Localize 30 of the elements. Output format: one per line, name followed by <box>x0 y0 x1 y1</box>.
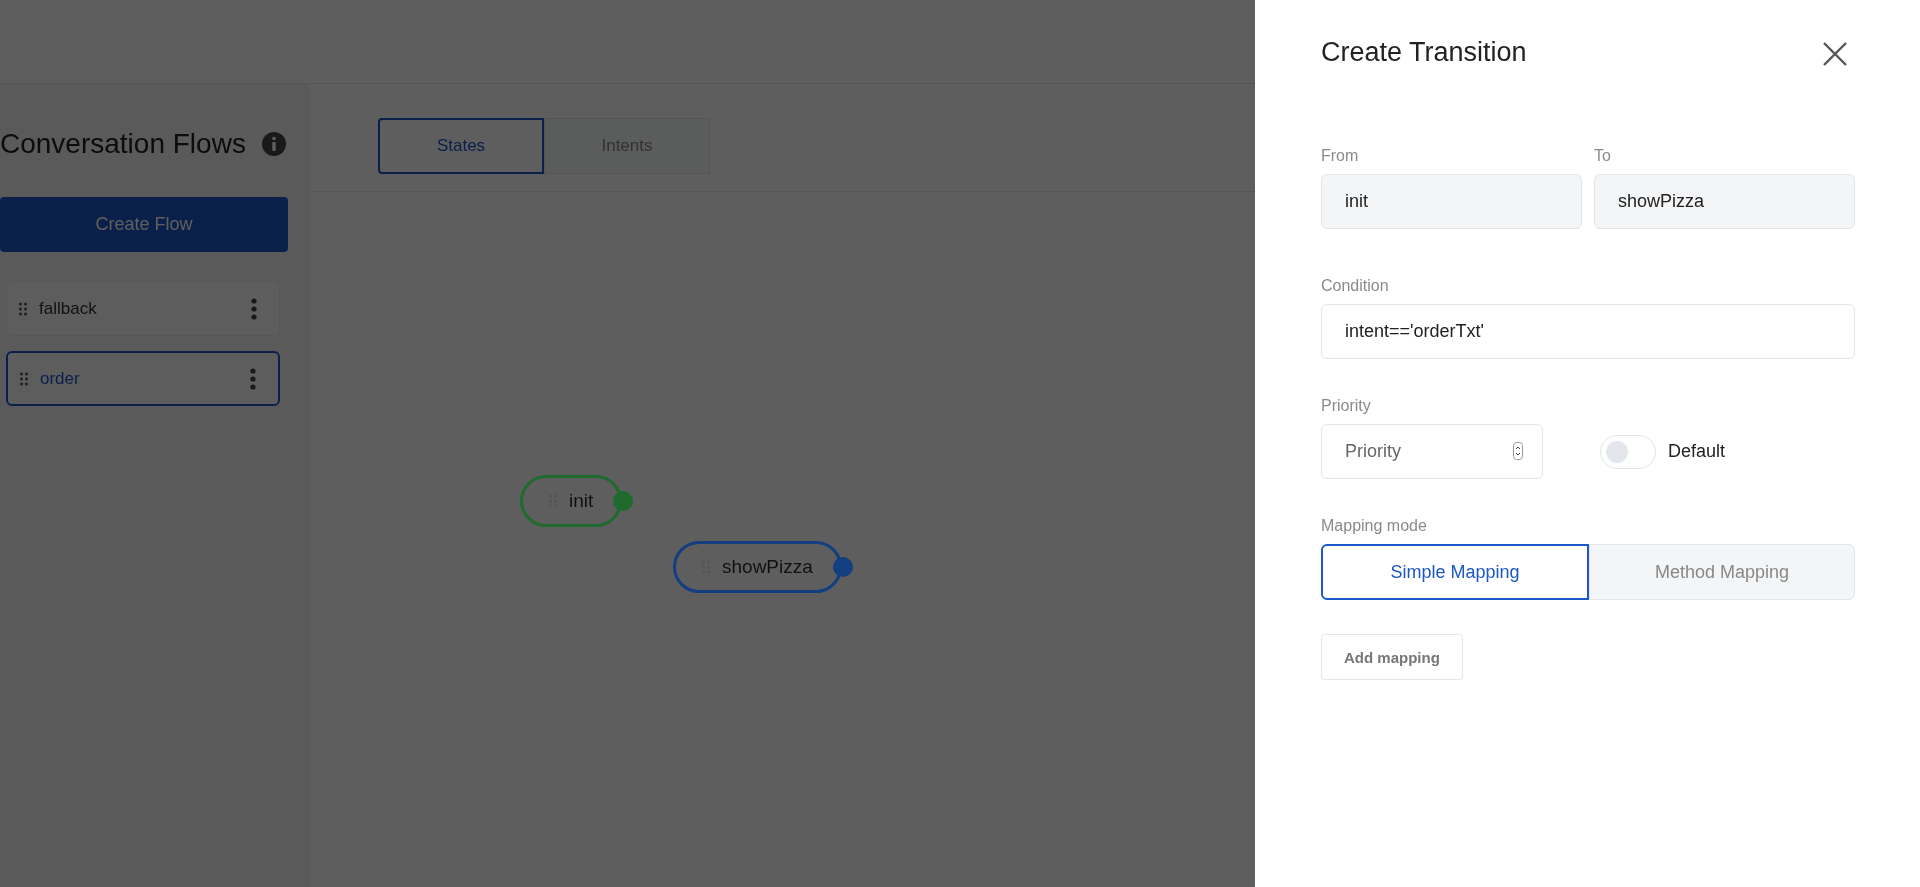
add-mapping-button[interactable]: Add mapping <box>1321 634 1463 680</box>
view-tab[interactable]: States <box>378 118 544 174</box>
priority-field[interactable]: Priority <box>1321 424 1543 479</box>
connector-handle[interactable] <box>613 491 634 511</box>
drag-handle-icon[interactable] <box>19 301 27 316</box>
field-label: Condition <box>1321 277 1390 295</box>
sidebar-title: Conversation Flows <box>0 128 246 160</box>
more-icon[interactable] <box>251 297 257 320</box>
toggle-label: Default <box>1668 441 1726 462</box>
field-label: To <box>1594 147 1612 165</box>
panel-title: Create Transition <box>1321 36 1527 68</box>
default-toggle[interactable] <box>1600 434 1656 469</box>
info-icon[interactable] <box>261 132 286 156</box>
close-icon[interactable] <box>1821 40 1849 68</box>
mapping-mode-option[interactable]: Simple Mapping <box>1321 544 1589 600</box>
drag-handle-icon[interactable] <box>20 371 28 386</box>
condition-field[interactable]: intent=='orderTxt' <box>1321 304 1855 359</box>
flow-list-item[interactable]: order <box>6 351 280 406</box>
create-flow-button[interactable]: Create Flow <box>0 197 288 252</box>
from-field[interactable]: init <box>1321 174 1582 229</box>
field-label: Mapping mode <box>1321 517 1428 535</box>
more-icon[interactable] <box>250 367 256 390</box>
connector-handle[interactable] <box>832 557 853 577</box>
node-label: showPizza <box>722 556 813 578</box>
to-field[interactable]: showPizza <box>1594 174 1855 229</box>
field-label: From <box>1321 147 1360 165</box>
spinner-icon[interactable] <box>1513 442 1523 460</box>
mapping-mode-option[interactable]: Method Mapping <box>1589 544 1855 600</box>
node-label: init <box>569 490 594 512</box>
field-label: Priority <box>1321 397 1372 415</box>
